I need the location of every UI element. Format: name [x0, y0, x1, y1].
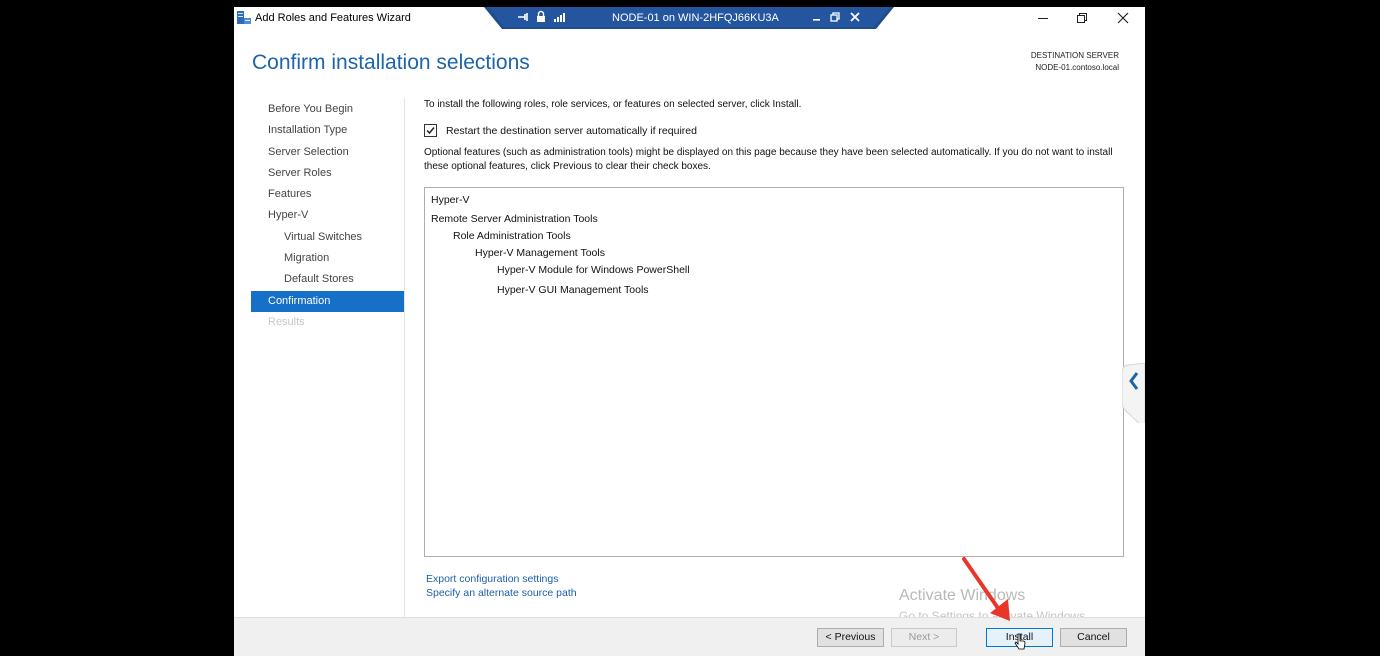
list-item: Hyper-V Module for Windows PowerShell: [497, 264, 690, 276]
restore-button[interactable]: [1060, 7, 1104, 29]
nav-item-default-stores[interactable]: Default Stores: [251, 269, 404, 290]
nav-item-features[interactable]: Features: [251, 184, 404, 205]
minimize-icon[interactable]: [810, 10, 824, 24]
wizard-nav: Before You Begin Installation Type Serve…: [251, 99, 404, 333]
nav-item-server-selection[interactable]: Server Selection: [251, 142, 404, 163]
minimize-icon: [1038, 18, 1048, 19]
list-item: Remote Server Administration Tools: [431, 213, 598, 225]
nav-item-server-roles[interactable]: Server Roles: [251, 163, 404, 184]
list-item: Hyper-V GUI Management Tools: [497, 284, 649, 296]
restore-icon[interactable]: [828, 10, 842, 24]
page-title: Confirm installation selections: [252, 51, 530, 74]
checkmark-icon: [426, 127, 435, 135]
pin-icon[interactable]: [516, 10, 530, 24]
restart-checkbox-row[interactable]: Restart the destination server automatic…: [424, 124, 697, 137]
remote-session-title: NODE-01 on WIN-2HFQJ66KU3A: [612, 12, 779, 24]
list-item: Hyper-V Management Tools: [475, 247, 605, 259]
minimize-button[interactable]: [1021, 7, 1065, 29]
restore-icon: [1077, 13, 1087, 23]
wizard-window: Add Roles and Features Wizard NODE-01 on…: [234, 7, 1145, 656]
close-icon: [1117, 12, 1129, 24]
nav-item-virtual-switches[interactable]: Virtual Switches: [251, 227, 404, 248]
selections-list[interactable]: Hyper-V Remote Server Administration Too…: [424, 187, 1124, 557]
title-bar[interactable]: Add Roles and Features Wizard NODE-01 on…: [234, 7, 1145, 31]
nav-item-hyper-v[interactable]: Hyper-V: [251, 205, 404, 226]
next-button: Next >: [891, 628, 957, 647]
server-manager-icon: [236, 10, 252, 26]
remote-connection-bar[interactable]: NODE-01 on WIN-2HFQJ66KU3A: [484, 7, 894, 29]
close-icon[interactable]: [848, 10, 862, 24]
intro-text: To install the following roles, role ser…: [424, 99, 802, 110]
list-item: Role Administration Tools: [453, 230, 571, 242]
alternate-source-link[interactable]: Specify an alternate source path: [426, 587, 577, 599]
nav-item-installation-type[interactable]: Installation Type: [251, 120, 404, 141]
close-button[interactable]: [1101, 7, 1145, 29]
previous-button[interactable]: < Previous: [817, 628, 884, 647]
connection-quality-icon[interactable]: [552, 10, 566, 24]
nav-item-confirmation[interactable]: Confirmation: [251, 290, 404, 312]
annotation-arrow: [962, 557, 1010, 621]
nav-item-results: Results: [268, 315, 305, 328]
list-item: Hyper-V: [431, 194, 470, 206]
destination-server-label: DESTINATION SERVER: [1030, 51, 1119, 60]
export-configuration-link[interactable]: Export configuration settings: [426, 573, 559, 585]
lock-icon: [534, 10, 548, 24]
restart-checkbox-label[interactable]: Restart the destination server automatic…: [446, 125, 697, 137]
side-panel-toggle[interactable]: [1121, 362, 1145, 430]
restart-checkbox[interactable]: [424, 124, 437, 137]
mouse-cursor-icon: [1014, 633, 1026, 650]
cancel-button[interactable]: Cancel: [1060, 628, 1127, 647]
nav-item-migration[interactable]: Migration: [251, 248, 404, 269]
nav-divider: [404, 98, 405, 618]
destination-server-name: NODE-01.contoso.local: [1035, 63, 1119, 72]
nav-item-before-you-begin[interactable]: Before You Begin: [251, 99, 404, 120]
optional-features-note: Optional features (such as administratio…: [424, 147, 1113, 172]
window-title: Add Roles and Features Wizard: [255, 12, 411, 24]
